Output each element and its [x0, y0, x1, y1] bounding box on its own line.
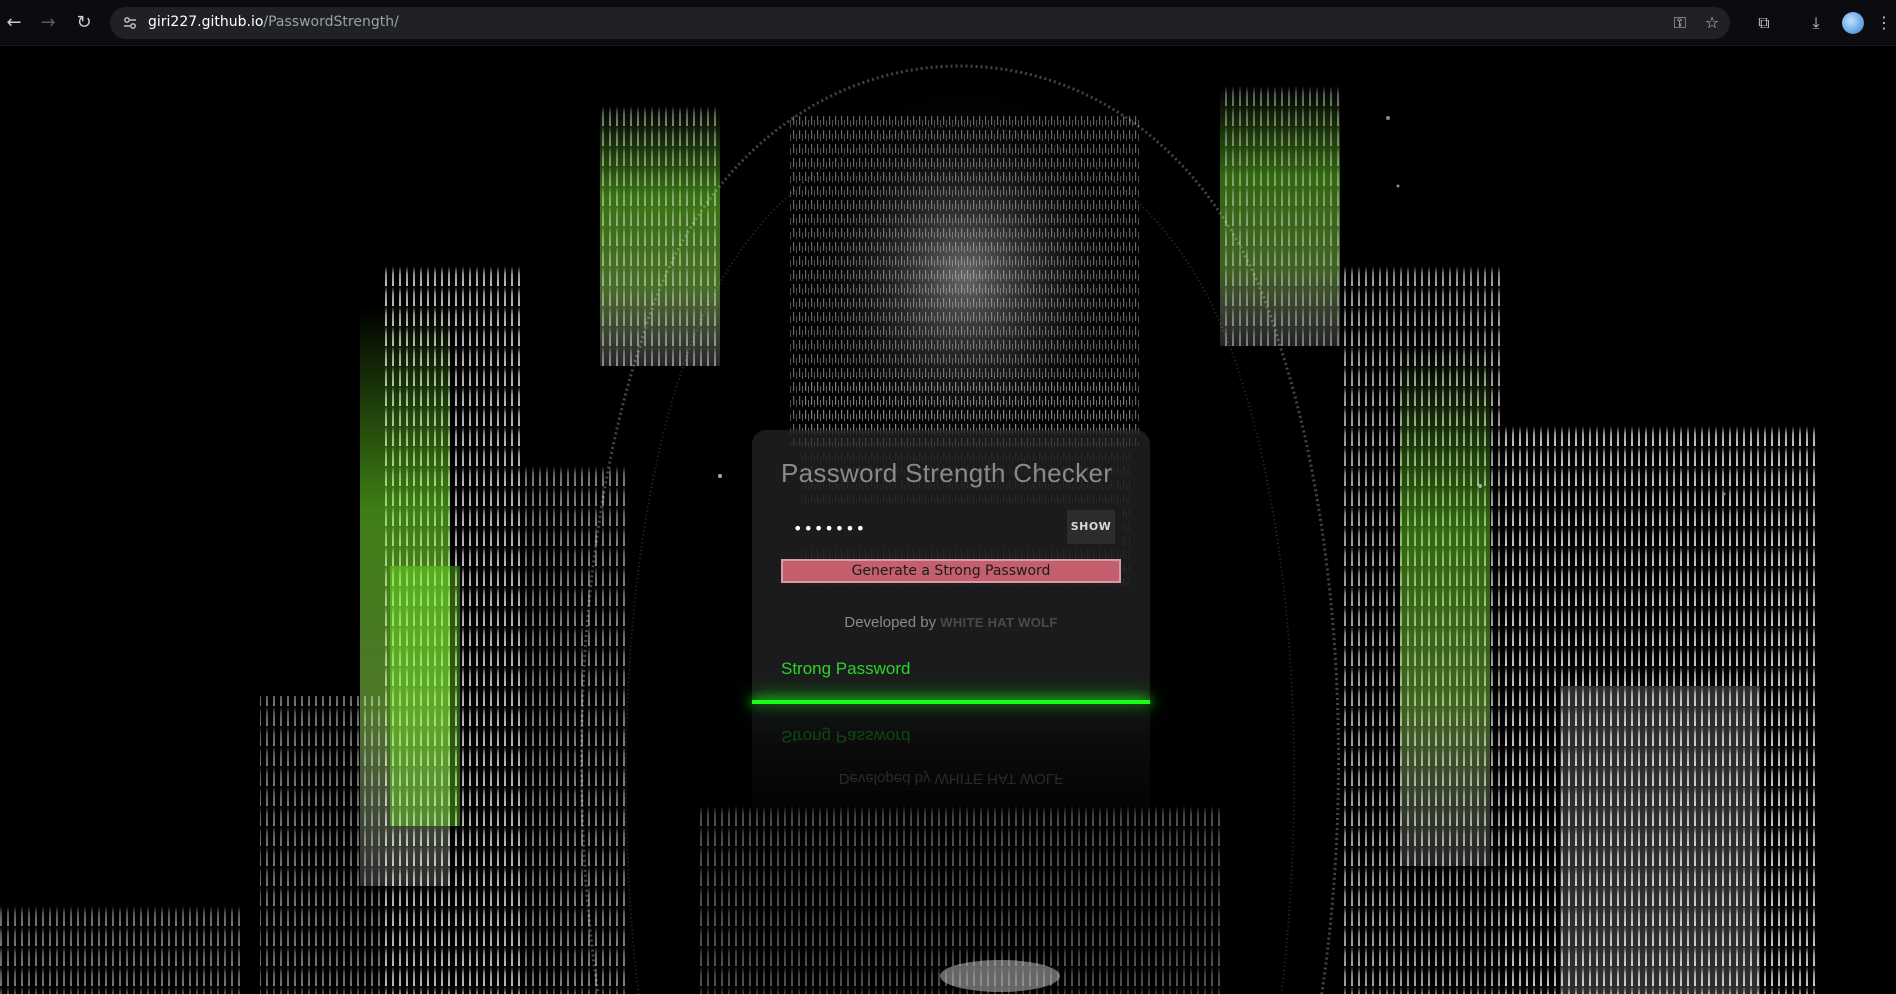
- menu-icon[interactable]: ⋮: [1872, 11, 1896, 35]
- browser-toolbar: ← → ↻ giri227.github.io/PasswordStrength…: [0, 0, 1896, 46]
- url-text[interactable]: giri227.github.io/PasswordStrength/: [148, 14, 399, 30]
- generate-password-button[interactable]: Generate a Strong Password: [781, 559, 1121, 583]
- password-checker-card: Password Strength Checker SHOW Generate …: [752, 430, 1150, 704]
- site-info-icon[interactable]: [122, 15, 138, 31]
- credit-name: WHITE HAT WOLF: [940, 615, 1058, 630]
- download-icon[interactable]: ⤓: [1804, 11, 1828, 35]
- reflected-strength-label: Strong Password: [781, 727, 911, 746]
- forward-icon[interactable]: →: [36, 11, 60, 35]
- page-background: Password Strength Checker SHOW Generate …: [0, 46, 1896, 994]
- card-title: Password Strength Checker: [781, 458, 1113, 488]
- bookmark-star-icon[interactable]: ☆: [1700, 11, 1724, 35]
- url-host: giri227.github.io: [148, 14, 264, 30]
- show-password-button[interactable]: SHOW: [1067, 510, 1115, 544]
- password-field-row: SHOW: [781, 504, 1121, 552]
- credit-prefix: Developed by: [844, 614, 937, 631]
- profile-avatar-icon[interactable]: [1842, 12, 1864, 34]
- password-input[interactable]: [791, 504, 1055, 552]
- strength-label: Strong Password: [781, 659, 911, 678]
- developer-credit: Developed by WHITE HAT WOLF: [752, 614, 1150, 631]
- reflected-credit-prefix: Developed by: [838, 770, 931, 787]
- password-key-icon[interactable]: ⚿: [1668, 11, 1692, 35]
- url-path: /PasswordStrength/: [263, 14, 399, 30]
- card-reflection: Strong Password Developed by WHITE HAT W…: [752, 704, 1150, 834]
- back-icon[interactable]: ←: [2, 11, 26, 35]
- reflected-credit-name: WHITE HAT WOLF: [934, 770, 1064, 787]
- extensions-icon[interactable]: ⧉: [1752, 11, 1776, 35]
- reload-icon[interactable]: ↻: [72, 11, 96, 35]
- address-bar[interactable]: giri227.github.io/PasswordStrength/: [110, 7, 1730, 39]
- reflected-credit: Developed by WHITE HAT WOLF: [752, 770, 1150, 787]
